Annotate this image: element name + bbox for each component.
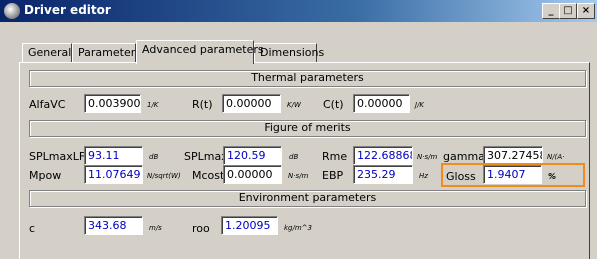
rme-field[interactable]: 122.68868	[353, 146, 413, 165]
splmaxlf-label: SPLmaxLF	[29, 150, 86, 163]
roo-unit: kg/m^3	[284, 224, 312, 232]
alfavc-field[interactable]: 0.0039000	[84, 94, 141, 113]
minimize-button[interactable]: _	[542, 3, 560, 19]
mcost-label: Mcost	[192, 169, 225, 182]
ebp-field[interactable]: 235.29	[353, 165, 413, 184]
tab-advanced-parameters[interactable]: Advanced parameters	[136, 40, 264, 64]
splmax-field[interactable]: 120.59	[223, 146, 282, 165]
gamma-label: gamma	[443, 150, 485, 163]
roo-field[interactable]: 1.20095	[221, 216, 278, 235]
title-bar: Driver editor _ □ ×	[0, 0, 597, 22]
rme-unit: N·s/m	[417, 153, 438, 161]
ebp-label: EBP	[322, 169, 344, 182]
section-merits-header: Figure of merits	[29, 120, 586, 137]
maximize-button[interactable]: □	[559, 3, 577, 19]
alfavc-label: AlfaVC	[29, 98, 66, 111]
tab-general[interactable]: General	[22, 43, 72, 62]
ebp-unit: Hz	[419, 172, 428, 180]
splmaxlf-unit: dB	[149, 153, 159, 161]
mpow-unit: N/sqrt(W)	[147, 172, 181, 180]
close-button[interactable]: ×	[577, 3, 595, 19]
ct-unit: J/K	[415, 101, 425, 109]
mcost-field[interactable]: 0.00000	[223, 165, 282, 184]
section-thermal-header: Thermal parameters	[29, 70, 586, 87]
c-field[interactable]: 343.68	[84, 216, 143, 235]
tab-parameters[interactable]: Parameters	[72, 43, 141, 62]
roo-label: roo	[192, 222, 210, 235]
c-label: c	[29, 222, 36, 235]
alfavc-unit: 1/K	[147, 101, 159, 109]
gamma-unit: N/(A·	[547, 153, 565, 161]
splmaxlf-field[interactable]: 93.11	[84, 146, 143, 165]
ct-label: C(t)	[323, 98, 344, 111]
section-environment-header: Environment parameters	[29, 190, 586, 207]
mpow-field[interactable]: 11.07649	[84, 165, 143, 184]
mcost-unit: N·s/m	[288, 172, 309, 180]
c-unit: m/s	[149, 224, 162, 232]
app-icon	[4, 3, 20, 19]
rt-field[interactable]: 0.00000	[222, 94, 281, 113]
ct-field[interactable]: 0.00000	[353, 94, 410, 113]
window-title: Driver editor	[24, 3, 111, 17]
rt-label: R(t)	[192, 98, 213, 111]
mpow-label: Mpow	[29, 169, 62, 182]
rme-label: Rme	[322, 150, 348, 163]
splmax-label: SPLmax	[184, 150, 228, 163]
gloss-highlight-box	[441, 163, 585, 187]
splmax-unit: dB	[289, 153, 299, 161]
rt-unit: K/W	[287, 101, 301, 109]
